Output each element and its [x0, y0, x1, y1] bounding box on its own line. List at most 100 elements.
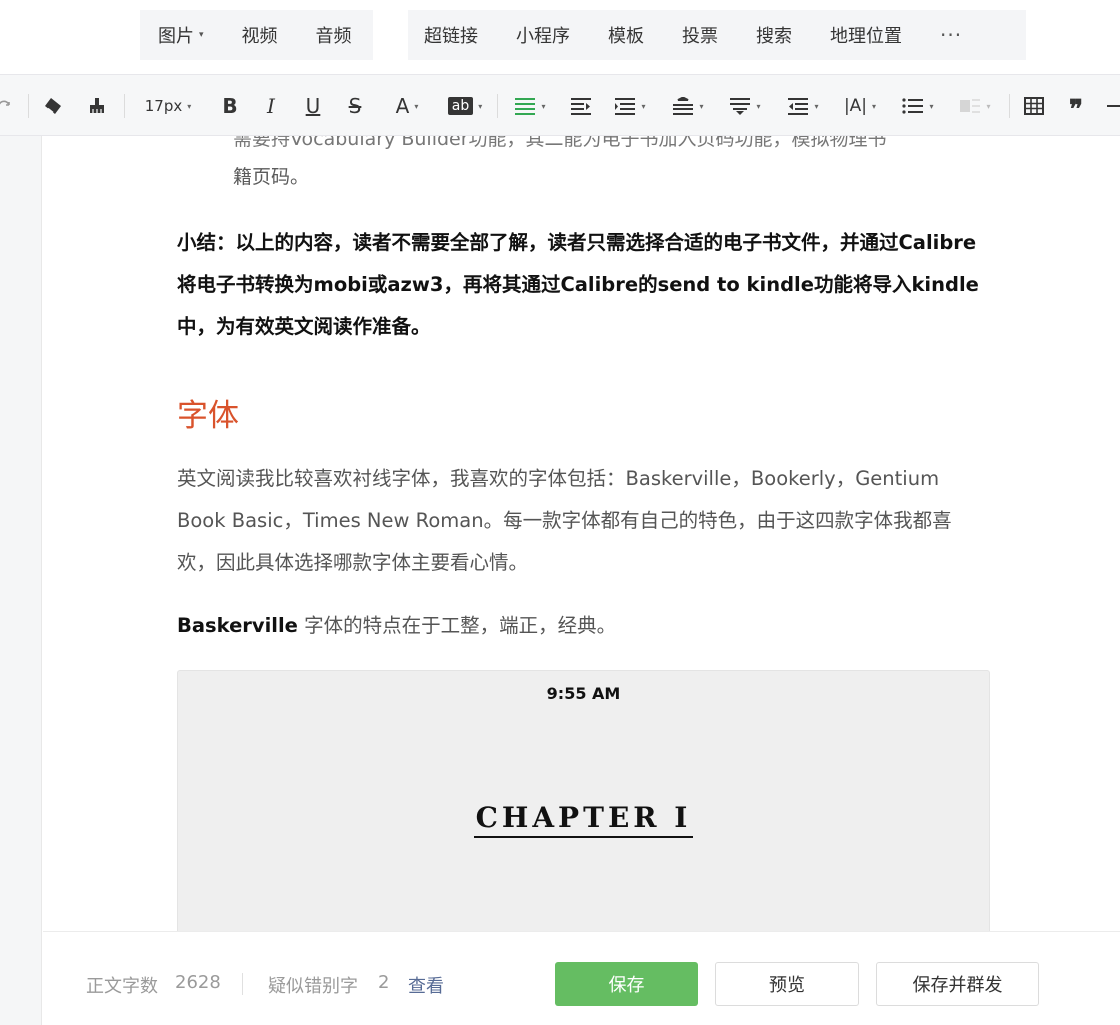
- insert-image-menu[interactable]: 图片 ▾: [158, 22, 204, 48]
- toolbar-divider: [497, 94, 498, 118]
- vertical-align-icon: [673, 97, 694, 115]
- typo-count: 2: [378, 972, 390, 993]
- chevron-down-icon: ▾: [541, 101, 546, 111]
- divider-line-button[interactable]: [1104, 75, 1120, 137]
- list-item-text: 需要持Vocabulary Builder功能，其二能为电子书加入页码功能，模拟…: [233, 136, 887, 150]
- toolbar-divider: [124, 94, 125, 118]
- float-icon: [960, 99, 981, 113]
- save-button[interactable]: 保存: [555, 962, 698, 1006]
- italic-icon: I: [267, 94, 275, 118]
- format-painter-button[interactable]: [82, 75, 112, 137]
- table-icon: [1024, 97, 1044, 115]
- insert-video-button[interactable]: 视频: [242, 22, 278, 48]
- font-color-icon: A: [395, 94, 410, 118]
- insert-location-button[interactable]: 地理位置: [830, 22, 902, 48]
- vertical-align-button[interactable]: ▾: [666, 75, 710, 137]
- insert-table-button[interactable]: [1020, 75, 1048, 137]
- strikethrough-button[interactable]: S: [342, 75, 368, 137]
- insert-miniprogram-label: 小程序: [516, 26, 570, 47]
- float-button[interactable]: ▾: [953, 75, 997, 137]
- kindle-screenshot-image[interactable]: 9:55 AM CHAPTER I: [177, 670, 990, 931]
- kindle-chapter-title: CHAPTER I: [178, 801, 989, 838]
- insert-search-button[interactable]: 搜索: [756, 22, 792, 48]
- redo-icon: [0, 100, 10, 106]
- line-height-button[interactable]: ▾: [723, 75, 767, 137]
- italic-button[interactable]: I: [258, 75, 284, 137]
- chapter-title-text: CHAPTER I: [473, 801, 694, 838]
- background-color-button[interactable]: ab ▾: [442, 75, 488, 137]
- chevron-down-icon: ▾: [199, 30, 204, 40]
- clear-format-button[interactable]: [38, 75, 68, 137]
- align-justify-icon: [515, 98, 536, 115]
- line-height-icon: [730, 98, 751, 115]
- chevron-down-icon: ▾: [756, 101, 761, 111]
- editor-content[interactable]: 需要持Vocabulary Builder功能，其二能为电子书加入页码功能，模拟…: [43, 136, 1120, 931]
- font-description-text: 字体的特点在于工整，端正，经典。: [297, 614, 617, 637]
- left-rail: [0, 136, 42, 1025]
- indent-icon: [571, 98, 591, 115]
- toolbar-divider: [1009, 94, 1010, 118]
- chevron-down-icon: ▾: [187, 101, 192, 111]
- typo-label: 疑似错别字: [268, 976, 358, 997]
- font-size-select[interactable]: 17px ▾: [134, 75, 202, 137]
- list-button[interactable]: ▾: [896, 75, 940, 137]
- editor-footer: 正文字数 2628 疑似错别字 2 查看 保存 预览 保存并群发: [43, 931, 1120, 1025]
- background-color-icon: ab: [447, 97, 474, 115]
- quote-button[interactable]: ❞: [1062, 75, 1090, 137]
- font-color-button[interactable]: A ▾: [386, 75, 428, 137]
- list-item-text: 籍页码。: [233, 166, 310, 188]
- underline-icon: U: [305, 94, 321, 118]
- letter-spacing-button[interactable]: |A| ▾: [838, 75, 882, 137]
- redo-button[interactable]: [0, 75, 16, 137]
- insert-audio-label: 音频: [315, 26, 352, 47]
- insert-audio-button[interactable]: 音频: [316, 22, 352, 48]
- underline-button[interactable]: U: [300, 75, 326, 137]
- insert-template-button[interactable]: 模板: [608, 22, 644, 48]
- preview-button[interactable]: 预览: [715, 962, 859, 1006]
- outdent-icon: [788, 98, 809, 115]
- insert-hyperlink-label: 超链接: [424, 26, 478, 47]
- summary-paragraph: 小结：以上的内容，读者不需要全部了解，读者只需选择合适的电子书文件，并通过Cal…: [177, 231, 979, 338]
- body-paragraph: 英文阅读我比较喜欢衬线字体，我喜欢的字体包括：Baskerville，Booke…: [177, 467, 952, 574]
- chevron-down-icon: ▾: [414, 101, 419, 111]
- format-toolbar: 17px ▾ B I U S A ▾ ab ▾ ▾ ▾ ▾ ▾ ▾ |A| ▾ …: [0, 74, 1120, 136]
- chevron-down-icon: ▾: [478, 101, 483, 111]
- more-options-button[interactable]: ···: [940, 23, 962, 47]
- more-icon: ···: [940, 23, 963, 47]
- letter-spacing-icon: |A|: [843, 96, 868, 116]
- insert-vote-label: 投票: [682, 26, 718, 47]
- save-and-mass-send-button[interactable]: 保存并群发: [876, 962, 1039, 1006]
- spacing-button[interactable]: ▾: [608, 75, 652, 137]
- chevron-down-icon: ▾: [699, 101, 704, 111]
- view-typos-link[interactable]: 查看: [408, 972, 444, 998]
- insert-feature-group: 超链接 小程序 模板 投票 搜索 地理位置 ···: [408, 10, 1026, 60]
- horizontal-rule-icon: [1107, 105, 1120, 107]
- font-name: Baskerville: [177, 614, 298, 637]
- word-count-value: 2628: [175, 972, 221, 993]
- outdent-button[interactable]: ▾: [781, 75, 825, 137]
- bullet-list-icon: [902, 98, 924, 114]
- insert-location-label: 地理位置: [830, 26, 902, 47]
- chevron-down-icon: ▾: [814, 101, 819, 111]
- insert-image-label: 图片: [158, 26, 194, 47]
- section-heading: 字体: [177, 398, 239, 434]
- chevron-down-icon: ▾: [641, 101, 646, 111]
- insert-hyperlink-button[interactable]: 超链接: [424, 22, 478, 48]
- insert-search-label: 搜索: [756, 26, 792, 47]
- indent-button[interactable]: [567, 75, 595, 137]
- insert-vote-button[interactable]: 投票: [682, 22, 718, 48]
- toolbar-divider: [28, 94, 29, 118]
- insert-miniprogram-button[interactable]: 小程序: [516, 22, 570, 48]
- strikethrough-icon: S: [348, 94, 362, 118]
- word-count-label: 正文字数: [86, 976, 158, 997]
- align-button[interactable]: ▾: [508, 75, 552, 137]
- eraser-icon: [45, 98, 61, 114]
- chevron-down-icon: ▾: [986, 101, 991, 111]
- chevron-down-icon: ▾: [929, 101, 934, 111]
- font-size-value: 17px: [144, 97, 183, 115]
- format-painter-icon: [90, 98, 104, 113]
- bold-button[interactable]: B: [217, 75, 243, 137]
- quote-icon: ❞: [1069, 95, 1083, 125]
- bold-icon: B: [222, 94, 238, 118]
- insert-video-label: 视频: [241, 26, 278, 47]
